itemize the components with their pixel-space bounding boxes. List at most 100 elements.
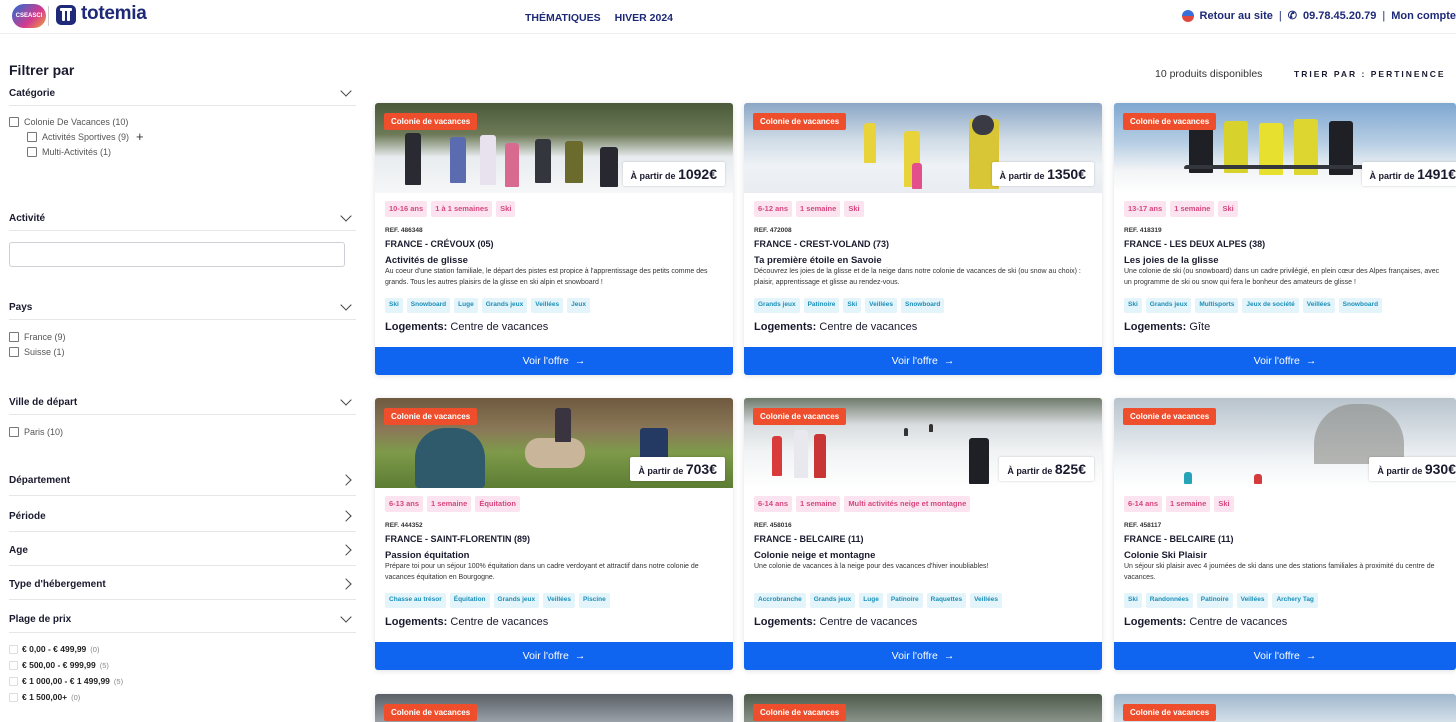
product-card[interactable]: Colonie de vacances À partir de 825€ 6-1… (744, 398, 1102, 670)
card-ref: REF. 444352 (385, 522, 423, 529)
price-amount: 1350€ (1047, 166, 1086, 182)
card-activities: Ski Snowboard Luge Grands jeux Veillées … (385, 298, 723, 313)
card-photo[interactable]: Colonie de vacances À partir de 703€ (375, 398, 733, 488)
product-card[interactable]: Colonie de vacances À partir de 703€ 6-1… (375, 398, 733, 670)
price-header[interactable]: Plage de prix (9, 610, 356, 628)
expand-plus-icon[interactable]: + (136, 130, 144, 143)
checkbox[interactable] (9, 346, 19, 357)
card-photo[interactable]: Colonie de vacances À partir de 930€ (1114, 398, 1456, 488)
department-header[interactable]: Département (9, 471, 356, 489)
country-option[interactable]: Suisse (1) (9, 344, 356, 359)
card-description: Un séjour ski plaisir avec 4 journées de… (1124, 563, 1435, 581)
partner-logo[interactable]: CSEASCI (12, 4, 46, 28)
card-title[interactable]: Ta première étoile en Savoie (754, 255, 1092, 266)
category-option[interactable]: Activités Sportives (9) + (27, 129, 356, 144)
activity-label: Activité (9, 212, 46, 224)
price-count: (5) (99, 660, 109, 670)
price-option[interactable]: € 0,00 - € 499,99 (0) (9, 641, 356, 657)
activity-tag: Veillées (1302, 298, 1335, 313)
checkbox[interactable] (9, 692, 18, 702)
nav-hiver-2024[interactable]: HIVER 2024 (615, 12, 673, 24)
account-link[interactable]: Mon compte (1391, 10, 1456, 22)
card-title[interactable]: Colonie Ski Plaisir (1124, 550, 1446, 561)
product-card[interactable]: Colonie de vacances (375, 694, 733, 722)
activity-tag: Multisports (1195, 298, 1239, 313)
price-option[interactable]: € 1 500,00+ (0) (9, 689, 356, 705)
card-photo[interactable]: Colonie de vacances (744, 694, 1102, 722)
activity-input[interactable] (9, 242, 345, 267)
view-offer-button[interactable]: Voir l'offre → (744, 347, 1102, 375)
activity-section: Activité (9, 209, 356, 227)
card-photo[interactable]: Colonie de vacances À partir de 825€ (744, 398, 1102, 488)
product-card[interactable]: Colonie de vacances (744, 694, 1102, 722)
card-title[interactable]: Activités de glisse (385, 255, 723, 266)
card-title[interactable]: Colonie neige et montagne (754, 550, 1092, 561)
period-label: Période (9, 510, 46, 522)
price-option[interactable]: € 500,00 - € 999,99 (5) (9, 657, 356, 673)
view-offer-button[interactable]: Voir l'offre → (1114, 347, 1456, 375)
age-header[interactable]: Age (9, 541, 356, 559)
card-photo[interactable]: Colonie de vacances À partir de 1491€ (1114, 103, 1456, 193)
product-card[interactable]: Colonie de vacances À partir de 930€ 6-1… (1114, 398, 1456, 670)
checkbox[interactable] (9, 644, 18, 654)
country-section: Pays (9, 298, 356, 316)
view-offer-button[interactable]: Voir l'offre → (744, 642, 1102, 670)
period-header[interactable]: Période (9, 507, 356, 525)
activity-input-wrap (9, 228, 356, 267)
brand-name[interactable]: totemia (81, 3, 147, 25)
product-card[interactable]: Colonie de vacances (1114, 694, 1456, 722)
lodging-header[interactable]: Type d'hébergement (9, 575, 356, 593)
checkbox[interactable] (9, 660, 18, 670)
activity-header[interactable]: Activité (9, 209, 356, 227)
checkbox[interactable] (27, 146, 37, 157)
divider (9, 319, 356, 320)
card-ref: REF. 418319 (1124, 227, 1162, 234)
country-header[interactable]: Pays (9, 298, 356, 316)
card-title[interactable]: Passion équitation (385, 550, 723, 561)
card-tags: 6-14 ans 1 semaine Multi activités neige… (754, 496, 1092, 512)
view-offer-button[interactable]: Voir l'offre → (375, 347, 733, 375)
phone-number[interactable]: 09.78.45.20.79 (1303, 10, 1376, 22)
category-header[interactable]: Catégorie (9, 84, 356, 102)
checkbox[interactable] (9, 116, 19, 127)
lodging-label: Logements: (1124, 321, 1187, 333)
divider (9, 565, 356, 566)
card-photo[interactable]: Colonie de vacances À partir de 1092€ (375, 103, 733, 193)
country-option[interactable]: France (9) (9, 329, 356, 344)
card-title[interactable]: Les joies de la glisse (1124, 255, 1446, 266)
activity-tag: Veillées (1236, 593, 1269, 608)
cta-label: Voir l'offre (522, 650, 569, 662)
city-option[interactable]: Paris (10) (9, 424, 356, 439)
chevron-right-icon (340, 544, 352, 556)
totemia-logo-icon[interactable] (56, 5, 76, 25)
checkbox[interactable] (9, 676, 18, 686)
sort-dropdown[interactable]: TRIER PAR : PERTINENCE (1294, 69, 1446, 79)
checkbox[interactable] (27, 131, 37, 142)
card-description: Une colonie de vacances à la neige pour … (754, 563, 989, 570)
price-range: € 500,00 - € 999,99 (22, 660, 96, 670)
price-prefix: À partir de (638, 466, 684, 476)
category-option[interactable]: Colonie De Vacances (10) (9, 114, 356, 129)
view-offer-button[interactable]: Voir l'offre → (1114, 642, 1456, 670)
product-card[interactable]: Colonie de vacances À partir de 1092€ 10… (375, 103, 733, 375)
card-description: Prépare toi pour un séjour 100% équitati… (385, 563, 699, 581)
nav-thematiques[interactable]: THÉMATIQUES (525, 12, 601, 24)
activity-tag: Accrobranche (754, 593, 806, 608)
product-card[interactable]: Colonie de vacances À partir de 1491€ 13… (1114, 103, 1456, 375)
departure-city-header[interactable]: Ville de départ (9, 393, 356, 411)
card-photo[interactable]: Colonie de vacances À partir de 1350€ (744, 103, 1102, 193)
option-label: Colonie De Vacances (10) (24, 116, 129, 127)
activity-tag: Patinoire (1196, 593, 1233, 608)
card-photo[interactable]: Colonie de vacances (375, 694, 733, 722)
arrow-right-icon: → (574, 650, 586, 662)
chevron-right-icon (340, 578, 352, 590)
checkbox[interactable] (9, 426, 19, 437)
product-card[interactable]: Colonie de vacances À partir de 1350€ 6-… (744, 103, 1102, 375)
back-to-site-link[interactable]: Retour au site (1200, 10, 1273, 22)
price-option[interactable]: € 1 000,00 - € 1 499,99 (5) (9, 673, 356, 689)
checkbox[interactable] (9, 331, 19, 342)
card-photo[interactable]: Colonie de vacances (1114, 694, 1456, 722)
view-offer-button[interactable]: Voir l'offre → (375, 642, 733, 670)
price-prefix: À partir de (1377, 466, 1423, 476)
category-option[interactable]: Multi-Activités (1) (27, 144, 356, 159)
